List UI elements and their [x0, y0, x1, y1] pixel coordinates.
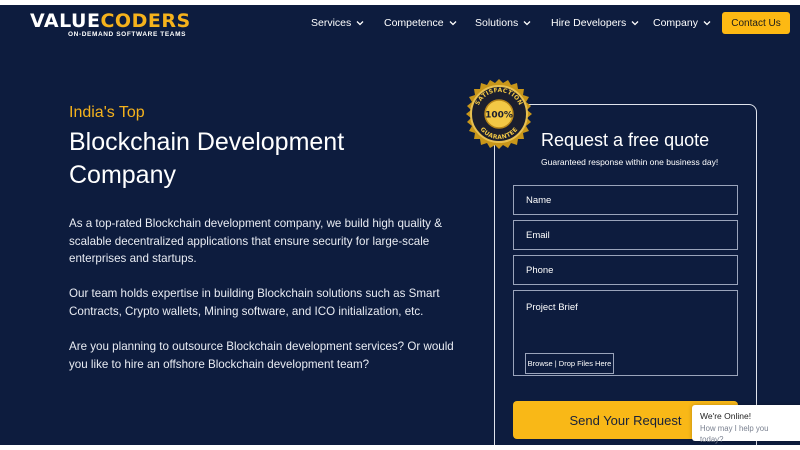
- form-title: Request a free quote: [541, 130, 710, 150]
- page-title-line1: Blockchain Development: [69, 128, 345, 156]
- form-subtitle: Guaranteed response within one business …: [541, 157, 719, 167]
- chevron-down-icon: [631, 21, 639, 26]
- nav-item-services[interactable]: Services: [311, 17, 365, 29]
- chat-title: We're Online!: [700, 411, 752, 421]
- nav-item-label: Company: [653, 17, 698, 29]
- hero-section: VALUECODERS ON-DEMAND SOFTWARE TEAMS Ser…: [0, 5, 800, 445]
- logo-wordmark-part2: CODERS: [100, 10, 191, 32]
- hero-paragraph-outsource: Are you planning to outsource Blockchain…: [69, 340, 454, 371]
- satisfaction-guarantee-badge: 100% SATISFACTION GUARANTEE: [466, 79, 532, 149]
- hero-paragraph-intro: As a top-rated Blockchain development co…: [69, 217, 442, 265]
- hero-paragraph-expertise: Our team holds expertise in building Blo…: [69, 287, 440, 318]
- page-title-line2: Company: [69, 161, 176, 189]
- chevron-down-icon: [449, 21, 457, 26]
- phone-field[interactable]: Phone: [513, 255, 738, 285]
- nav-item-label: Services: [311, 17, 352, 29]
- hero-eyebrow: India's Top: [69, 104, 145, 121]
- chevron-down-icon: [523, 21, 531, 26]
- nav-item-hire-developers[interactable]: Hire Developers: [551, 17, 640, 29]
- name-field[interactable]: Name: [513, 185, 738, 215]
- contact-us-button[interactable]: Contact Us: [722, 12, 790, 34]
- chevron-down-icon: [703, 21, 711, 26]
- nav-item-company[interactable]: Company: [653, 17, 712, 29]
- valuecoders-logo[interactable]: VALUECODERS ON-DEMAND SOFTWARE TEAMS: [30, 10, 191, 38]
- email-field[interactable]: Email: [513, 220, 738, 250]
- chat-widget[interactable]: We're Online! How may I help you today?: [692, 405, 800, 444]
- nav-item-label: Competence: [384, 17, 444, 29]
- nav-item-label: Solutions: [475, 17, 519, 29]
- logo-wordmark: VALUECODERS: [30, 10, 191, 32]
- nav-item-solutions[interactable]: Solutions: [475, 17, 532, 29]
- nav-item-competence[interactable]: Competence: [384, 17, 458, 29]
- logo-tagline: ON-DEMAND SOFTWARE TEAMS: [68, 31, 187, 38]
- page-title: Blockchain Development Company: [69, 126, 399, 192]
- file-upload-button[interactable]: Browse | Drop Files Here: [525, 353, 614, 374]
- nav-item-label: Hire Developers: [551, 17, 627, 29]
- chevron-down-icon: [356, 21, 364, 26]
- logo-wordmark-part1: VALUE: [30, 10, 101, 32]
- chat-subtitle: How may I help you today?: [700, 424, 769, 444]
- badge-center-text: 100%: [485, 111, 513, 121]
